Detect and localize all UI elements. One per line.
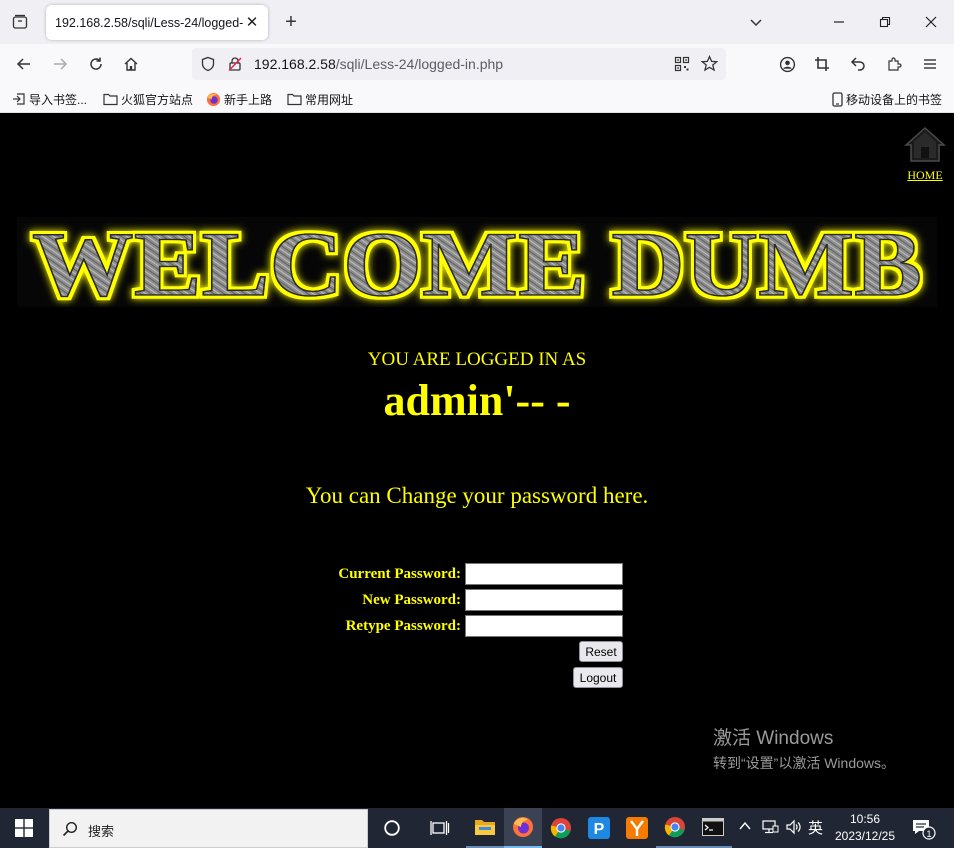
- close-window-icon[interactable]: [917, 8, 945, 36]
- folder-icon: [287, 93, 302, 106]
- bookmark-label: 火狐官方站点: [121, 92, 194, 107]
- shield-icon[interactable]: [200, 56, 216, 75]
- qr-code-icon[interactable]: [674, 56, 690, 75]
- retype-password-input[interactable]: [465, 615, 623, 637]
- bookmark-star-icon[interactable]: [700, 55, 719, 75]
- bookmark-label: 移动设备上的书签: [846, 92, 943, 107]
- taskbar-search-placeholder: 搜索: [88, 824, 115, 839]
- firefox-icon: [206, 92, 221, 106]
- url-host: 192.168.2.58: [254, 56, 336, 72]
- menu-icon[interactable]: [918, 52, 942, 76]
- home-link[interactable]: HOME: [903, 125, 947, 183]
- welcome-banner-text: WELCOME DUMB: [32, 217, 922, 307]
- undo-icon[interactable]: [846, 52, 870, 76]
- input-method-indicator[interactable]: 英: [808, 817, 823, 838]
- bookmarks-bar: 导入书签... 火狐官方站点 新手上路 常用网址 移动设备上的书签: [0, 84, 954, 113]
- forward-arrow-icon[interactable]: [48, 52, 72, 76]
- nav-bar: 192.168.2.58/sqli/Less-24/logged-in.php: [0, 44, 954, 84]
- import-icon: [13, 93, 25, 105]
- change-password-message: You can Change your password here.: [305, 483, 649, 508]
- bookmark-getting-started[interactable]: 新手上路: [206, 90, 272, 108]
- current-password-input[interactable]: [465, 563, 623, 585]
- taskbar-search[interactable]: 搜索: [49, 809, 368, 848]
- browser-tab[interactable]: 192.168.2.58/sqli/Less-24/logged-in.php …: [46, 5, 268, 40]
- retype-password-label: Retype Password:: [345, 618, 461, 634]
- notification-badge: 1: [926, 829, 931, 839]
- crop-screenshot-icon[interactable]: [810, 52, 834, 76]
- reload-icon[interactable]: [84, 52, 108, 76]
- bookmark-import[interactable]: 导入书签...: [12, 90, 87, 108]
- bookmark-label: 常用网址: [305, 92, 354, 107]
- new-password-label: New Password:: [362, 592, 461, 608]
- extensions-icon[interactable]: [882, 52, 906, 76]
- mobile-bookmarks[interactable]: 移动设备上的书签: [832, 90, 942, 108]
- bookmark-label: 导入书签...: [29, 92, 88, 107]
- task-view-icon[interactable]: [421, 808, 459, 848]
- tab-bar: 192.168.2.58/sqli/Less-24/logged-in.php …: [0, 0, 954, 44]
- bookmark-firefox-site[interactable]: 火狐官方站点: [103, 90, 193, 108]
- network-icon[interactable]: [761, 819, 779, 838]
- chevron-down-icon[interactable]: [745, 11, 767, 33]
- file-explorer-icon[interactable]: [466, 808, 504, 848]
- activation-title: 激活 Windows: [713, 728, 834, 749]
- url-text[interactable]: 192.168.2.58/sqli/Less-24/logged-in.php: [254, 56, 503, 72]
- terminal-icon[interactable]: [694, 808, 732, 848]
- new-password-input[interactable]: [465, 589, 623, 611]
- clock-time: 10:56: [849, 812, 881, 826]
- url-bar[interactable]: 192.168.2.58/sqli/Less-24/logged-in.php: [192, 48, 726, 80]
- tab-list-icon[interactable]: [8, 10, 32, 34]
- account-icon[interactable]: [775, 52, 799, 76]
- username-display: admin'-- -: [383, 376, 571, 425]
- welcome-banner: WELCOME DUMB: [17, 217, 937, 307]
- taskbar-clock[interactable]: 10:56 2023/12/25: [826, 811, 904, 845]
- firefox-taskbar-icon[interactable]: [504, 808, 542, 848]
- windows-taskbar: 搜索 P 英 10:56 2023/12/25 1: [0, 808, 954, 848]
- search-icon: [62, 821, 78, 837]
- logout-button[interactable]: Logout: [573, 667, 623, 688]
- close-tab-icon[interactable]: ✕: [244, 14, 260, 31]
- notification-icon[interactable]: 1: [912, 818, 936, 843]
- tab-title: 192.168.2.58/sqli/Less-24/logged-in.php: [55, 15, 243, 30]
- new-tab-icon[interactable]: +: [280, 11, 302, 33]
- y-app-icon[interactable]: [618, 808, 656, 848]
- bookmark-common-sites[interactable]: 常用网址: [287, 90, 353, 108]
- mobile-device-icon: [832, 91, 843, 107]
- logged-in-label: YOU ARE LOGGED IN AS: [367, 349, 587, 370]
- home-link-text[interactable]: HOME: [903, 168, 947, 183]
- windows-activation-watermark: 激活 Windows 转到“设置”以激活 Windows。: [713, 723, 895, 773]
- clock-date: 2023/12/25: [834, 829, 896, 843]
- page-content: HOME WELCOME DUMB YOU ARE LOGGED IN AS a…: [0, 113, 954, 808]
- p-app-icon[interactable]: P: [580, 808, 618, 848]
- chrome-window-icon[interactable]: [656, 808, 694, 848]
- windows-start-icon[interactable]: [0, 808, 48, 848]
- insecure-lock-icon[interactable]: [227, 56, 243, 75]
- activation-subtitle: 转到“设置”以激活 Windows。: [713, 755, 896, 771]
- tray-chevron-up-icon[interactable]: [738, 819, 752, 836]
- cortana-icon[interactable]: [373, 808, 411, 848]
- house-icon: [904, 126, 946, 162]
- minimize-icon[interactable]: [825, 8, 853, 36]
- bookmark-label: 新手上路: [224, 92, 273, 107]
- restore-icon[interactable]: [871, 8, 899, 36]
- folder-icon: [103, 93, 118, 106]
- current-password-label: Current Password:: [338, 566, 461, 582]
- url-path: /sqli/Less-24/logged-in.php: [335, 56, 504, 72]
- volume-icon[interactable]: [786, 819, 802, 838]
- chrome-taskbar-icon[interactable]: [542, 808, 580, 848]
- svg-text:P: P: [594, 821, 605, 838]
- back-arrow-icon[interactable]: [12, 52, 36, 76]
- home-icon[interactable]: [119, 52, 143, 76]
- reset-button[interactable]: Reset: [579, 641, 623, 662]
